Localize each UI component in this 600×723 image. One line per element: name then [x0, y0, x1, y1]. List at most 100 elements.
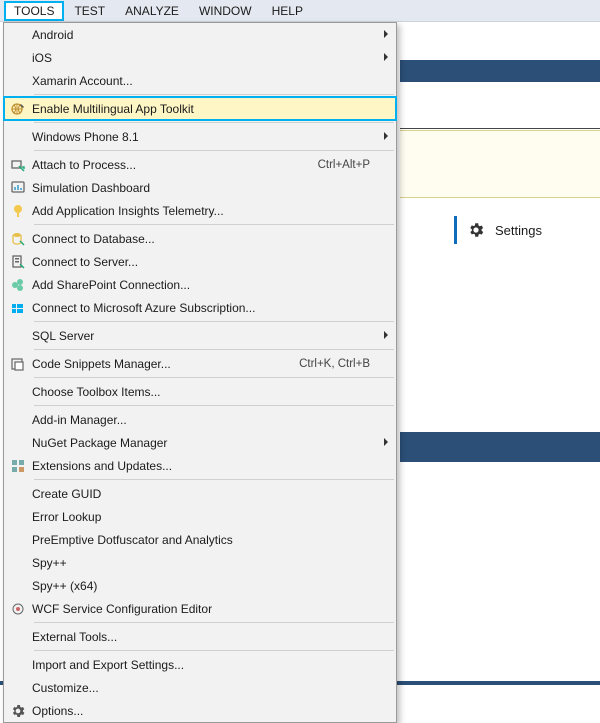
menu-item-label: Extensions and Updates...: [32, 459, 378, 473]
azure-icon: [4, 300, 32, 316]
connect-server-icon: [4, 254, 32, 270]
menu-separator: [34, 122, 394, 123]
menu-item-label: Connect to Server...: [32, 255, 378, 269]
menu-item-label: Spy++: [32, 556, 378, 570]
menu-item-xamarin-account[interactable]: Xamarin Account...: [4, 69, 396, 92]
wcf-icon: [4, 601, 32, 617]
menu-item-label: NuGet Package Manager: [32, 436, 378, 450]
menu-separator: [34, 94, 394, 95]
submenu-arrow-icon: [382, 437, 390, 447]
tools-menu-dropdown: Android iOS Xamarin Account... Enable Multi…: [3, 22, 397, 723]
bg-divider: [400, 128, 600, 129]
menubar: TOOLSTESTANALYZEWINDOWHELP: [0, 0, 600, 22]
menu-item-customize[interactable]: Customize...: [4, 676, 396, 699]
globe-wand-icon: [4, 101, 32, 117]
menu-item-label: SQL Server: [32, 329, 378, 343]
menu-item-label: Attach to Process...: [32, 158, 318, 172]
menu-item-label: Simulation Dashboard: [32, 181, 378, 195]
menu-separator: [34, 622, 394, 623]
submenu-arrow-icon: [382, 330, 390, 340]
bg-yellow-panel: [400, 130, 600, 198]
menu-item-external-tools[interactable]: External Tools...: [4, 625, 396, 648]
options-gear-icon: [4, 703, 32, 719]
menu-item-label: Create GUID: [32, 487, 378, 501]
menu-item-label: Customize...: [32, 681, 378, 695]
menu-item-shortcut: Ctrl+Alt+P: [318, 159, 378, 171]
menu-item-label: Options...: [32, 704, 378, 718]
submenu-arrow-icon: [382, 29, 390, 39]
menu-item-simulation-dashboard[interactable]: Simulation Dashboard: [4, 176, 396, 199]
menu-item-label: Add Application Insights Telemetry...: [32, 204, 378, 218]
menubar-item-test[interactable]: TEST: [64, 1, 115, 21]
gear-icon: [467, 221, 485, 239]
menu-item-preemptive-dotfuscator-and-analytics[interactable]: PreEmptive Dotfuscator and Analytics: [4, 528, 396, 551]
menu-item-extensions-and-updates[interactable]: Extensions and Updates...: [4, 454, 396, 477]
menu-item-add-application-insights-telemetry[interactable]: Add Application Insights Telemetry...: [4, 199, 396, 222]
menu-item-label: External Tools...: [32, 630, 378, 644]
menu-item-wcf-service-configuration-editor[interactable]: WCF Service Configuration Editor: [4, 597, 396, 620]
menu-item-label: Android: [32, 28, 378, 42]
menu-item-label: Add-in Manager...: [32, 413, 378, 427]
sharepoint-icon: [4, 277, 32, 293]
menu-item-error-lookup[interactable]: Error Lookup: [4, 505, 396, 528]
menu-item-enable-multilingual-app-toolkit[interactable]: Enable Multilingual App Toolkit: [4, 97, 396, 120]
menu-item-label: Choose Toolbox Items...: [32, 385, 378, 399]
menu-item-label: Xamarin Account...: [32, 74, 378, 88]
submenu-arrow-icon: [382, 131, 390, 141]
menu-item-sql-server[interactable]: SQL Server: [4, 324, 396, 347]
menu-separator: [34, 650, 394, 651]
menu-item-create-guid[interactable]: Create GUID: [4, 482, 396, 505]
menu-item-connect-to-database[interactable]: Connect to Database...: [4, 227, 396, 250]
menu-item-label: Import and Export Settings...: [32, 658, 378, 672]
menu-item-label: Windows Phone 8.1: [32, 130, 378, 144]
menu-separator: [34, 224, 394, 225]
extensions-icon: [4, 458, 32, 474]
menu-item-connect-to-microsoft-azure-subscription[interactable]: Connect to Microsoft Azure Subscription.…: [4, 296, 396, 319]
menu-item-label: Connect to Microsoft Azure Subscription.…: [32, 301, 378, 315]
menu-item-spy[interactable]: Spy++: [4, 551, 396, 574]
menu-item-import-and-export-settings[interactable]: Import and Export Settings...: [4, 653, 396, 676]
bg-dark-stripe-bottom: [400, 432, 600, 462]
app-insights-icon: [4, 203, 32, 219]
menu-item-add-in-manager[interactable]: Add-in Manager...: [4, 408, 396, 431]
bg-dark-stripe-top: [400, 60, 600, 82]
menu-item-ios[interactable]: iOS: [4, 46, 396, 69]
connect-db-icon: [4, 231, 32, 247]
menu-item-label: Connect to Database...: [32, 232, 378, 246]
menubar-item-analyze[interactable]: ANALYZE: [115, 1, 189, 21]
attach-process-icon: [4, 157, 32, 173]
menu-item-android[interactable]: Android: [4, 23, 396, 46]
sim-dashboard-icon: [4, 180, 32, 196]
menubar-item-window[interactable]: WINDOW: [189, 1, 262, 21]
menu-item-add-sharepoint-connection[interactable]: Add SharePoint Connection...: [4, 273, 396, 296]
menu-item-label: Enable Multilingual App Toolkit: [32, 102, 378, 116]
menu-separator: [34, 479, 394, 480]
menu-item-windows-phone-8-1[interactable]: Windows Phone 8.1: [4, 125, 396, 148]
menubar-item-tools[interactable]: TOOLS: [4, 1, 64, 21]
menu-item-options[interactable]: Options...: [4, 699, 396, 722]
menu-item-attach-to-process[interactable]: Attach to Process...Ctrl+Alt+P: [4, 153, 396, 176]
snippets-icon: [4, 356, 32, 372]
menu-item-shortcut: Ctrl+K, Ctrl+B: [299, 358, 378, 370]
menu-separator: [34, 150, 394, 151]
menu-item-label: Add SharePoint Connection...: [32, 278, 378, 292]
menu-separator: [34, 377, 394, 378]
menu-item-label: PreEmptive Dotfuscator and Analytics: [32, 533, 378, 547]
menubar-item-help[interactable]: HELP: [262, 1, 313, 21]
menu-item-choose-toolbox-items[interactable]: Choose Toolbox Items...: [4, 380, 396, 403]
menu-item-nuget-package-manager[interactable]: NuGet Package Manager: [4, 431, 396, 454]
submenu-arrow-icon: [382, 52, 390, 62]
menu-item-label: Spy++ (x64): [32, 579, 378, 593]
menu-separator: [34, 405, 394, 406]
menu-separator: [34, 349, 394, 350]
settings-label: Settings: [495, 223, 542, 238]
menu-separator: [34, 321, 394, 322]
settings-nav-item[interactable]: Settings: [454, 216, 542, 244]
menu-item-label: Error Lookup: [32, 510, 378, 524]
menu-item-spy-x64[interactable]: Spy++ (x64): [4, 574, 396, 597]
menu-item-connect-to-server[interactable]: Connect to Server...: [4, 250, 396, 273]
menu-item-label: iOS: [32, 51, 378, 65]
menu-item-label: Code Snippets Manager...: [32, 357, 299, 371]
menu-item-code-snippets-manager[interactable]: Code Snippets Manager...Ctrl+K, Ctrl+B: [4, 352, 396, 375]
menu-item-label: WCF Service Configuration Editor: [32, 602, 378, 616]
